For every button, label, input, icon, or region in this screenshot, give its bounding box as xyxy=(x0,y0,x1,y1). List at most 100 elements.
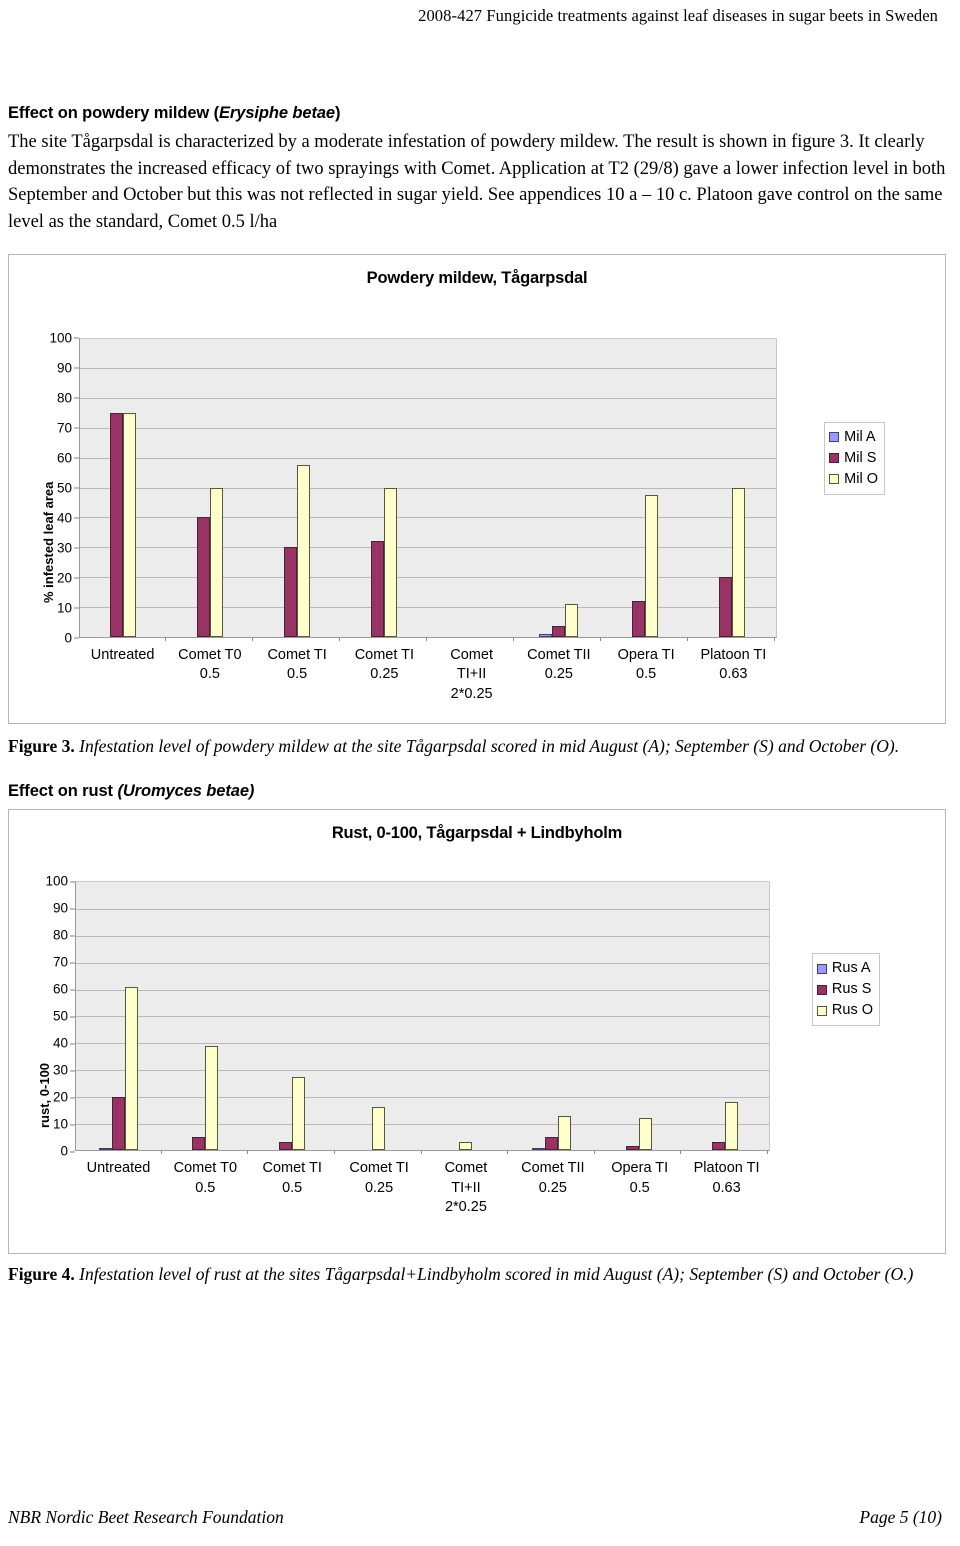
chart-bar xyxy=(384,487,397,637)
chart-x-label-line: 0.5 xyxy=(636,666,657,683)
chart-x-label-line: 0.25 xyxy=(370,666,399,683)
chart2-body: rust, 0-100 100 90 80 70 60 50 40 30 20 … xyxy=(9,843,945,1233)
chart-bar xyxy=(197,517,210,637)
legend-item-mil-o: Mil O xyxy=(829,469,878,490)
chart2-y-tick: 90 xyxy=(52,900,76,916)
chart-bar xyxy=(725,1102,739,1151)
figure-3-label: Figure 3. xyxy=(8,735,75,756)
chart-x-label: Comet TI+II 2*0.25 xyxy=(423,1153,510,1218)
page-footer: NBR Nordic Beet Research Foundation Page… xyxy=(8,1507,942,1528)
chart2-bars xyxy=(76,882,769,1155)
chart-x-label-line: 0.25 xyxy=(538,1179,567,1196)
powdery-mildew-heading-close: ) xyxy=(335,104,341,122)
chart-bar xyxy=(719,576,732,637)
chart-x-label: Comet T0 0.5 xyxy=(162,1153,249,1218)
chart2-y-tick: 50 xyxy=(52,1008,76,1024)
chart1-y-tick: 90 xyxy=(56,360,80,375)
chart-category-group xyxy=(423,882,510,1155)
chart-x-label-line: Comet TI xyxy=(262,1160,322,1177)
chart1-y-tick: 80 xyxy=(56,390,80,405)
chart2-y-ticks: 100 90 80 70 60 50 40 30 20 10 0 xyxy=(33,874,76,1159)
chart-category-group xyxy=(249,882,336,1155)
figure-4-caption: Figure 4. Infestation level of rust at t… xyxy=(8,1262,938,1287)
chart-x-label-line: Platoon TI xyxy=(700,646,767,663)
chart-x-label-line: 0.63 xyxy=(712,1179,741,1196)
chart-x-label: Comet TI 0.5 xyxy=(254,640,341,705)
chart1-y-tick: 30 xyxy=(56,540,80,555)
chart-x-label: Platoon TI 0.63 xyxy=(690,640,777,705)
legend-label: Rus A xyxy=(831,960,871,977)
footer-page-number: Page 5 (10) xyxy=(859,1507,942,1527)
legend-label: Mil A xyxy=(844,428,876,445)
chart-bar xyxy=(210,487,223,637)
figure-3-caption-text: Infestation level of powdery mildew at t… xyxy=(74,735,900,756)
figure-3-caption: Figure 3. Infestation level of powdery m… xyxy=(8,734,938,759)
chart-x-label-line: Comet TI xyxy=(267,646,327,663)
chart-x-label-line: Comet xyxy=(450,646,493,663)
chart-category-group xyxy=(596,882,683,1155)
legend-swatch-icon xyxy=(816,963,827,974)
legend-swatch-icon xyxy=(816,1005,827,1016)
chart2-y-tick: 0 xyxy=(60,1143,75,1159)
chart2-y-tick: 100 xyxy=(45,873,75,889)
legend-item-mil-s: Mil S xyxy=(829,448,878,469)
chart2-plot-area: 100 90 80 70 60 50 40 30 20 10 0 xyxy=(33,874,770,1159)
chart-bar xyxy=(112,1096,126,1151)
chart-bar xyxy=(538,633,552,637)
rust-heading: Effect on rust (Uromyces betae) xyxy=(8,782,946,801)
legend-label: Rus S xyxy=(831,981,872,998)
chart2-y-tick: 60 xyxy=(52,981,76,997)
chart-bar xyxy=(371,541,384,637)
chart-x-label-line: Comet xyxy=(444,1160,488,1177)
chart-bar xyxy=(125,986,139,1151)
chart-bar xyxy=(532,1148,546,1151)
rust-chart: Rust, 0-100, Tågarpsdal + Lindbyholm rus… xyxy=(8,809,946,1255)
chart2-legend: Rus A Rus S Rus O xyxy=(811,953,880,1027)
chart-x-label-line: Comet T0 xyxy=(173,1160,238,1177)
chart-x-label: Platoon TI 0.63 xyxy=(683,1153,770,1218)
powdery-mildew-chart: Powdery mildew, Tågarpsdal % infested le… xyxy=(8,253,946,724)
chart-bar xyxy=(279,1142,293,1151)
chart1-y-tick: 0 xyxy=(64,630,79,645)
legend-item-mil-a: Mil A xyxy=(829,427,878,448)
chart-bar xyxy=(284,547,297,637)
chart-x-label: Untreated xyxy=(79,640,166,705)
page-content: Effect on powdery mildew (Erysiphe betae… xyxy=(8,104,946,1287)
powdery-mildew-heading-species: Erysiphe betae xyxy=(219,104,336,122)
legend-label: Rus O xyxy=(831,1002,873,1019)
legend-item-rus-o: Rus O xyxy=(816,1000,873,1021)
chart-x-label-line: 0.5 xyxy=(195,1179,216,1196)
chart-x-label-line: Comet TII xyxy=(521,1160,585,1177)
chart-bar xyxy=(192,1136,206,1151)
chart-x-label: Comet TI+II 2*0.25 xyxy=(428,640,515,705)
chart2-plot xyxy=(75,881,770,1155)
chart-bar xyxy=(458,1142,472,1151)
chart-x-label-line: Comet TI xyxy=(349,1160,409,1177)
chart-bar xyxy=(99,1147,113,1151)
chart-bar xyxy=(638,1118,652,1151)
chart-bar xyxy=(558,1115,572,1151)
legend-label: Mil O xyxy=(844,470,878,487)
chart-x-label-line: Comet TII xyxy=(527,646,591,663)
chart-category-group xyxy=(682,882,769,1155)
chart-category-group xyxy=(515,339,602,641)
chart-x-label: Opera TI 0.5 xyxy=(596,1153,683,1218)
chart-x-label-line: Untreated xyxy=(90,646,155,663)
chart2-y-tick: 10 xyxy=(52,1116,76,1132)
chart-x-label-line: Comet TI xyxy=(354,646,415,663)
chart-bar xyxy=(545,1136,559,1151)
chart1-y-tick: 40 xyxy=(56,510,80,525)
chart-x-label-line: TI+II xyxy=(456,666,487,683)
chart-category-group xyxy=(689,339,776,641)
powdery-mildew-heading: Effect on powdery mildew (Erysiphe betae… xyxy=(8,104,946,123)
chart-x-label-line: 0.25 xyxy=(544,666,573,683)
chart2-y-tick: 30 xyxy=(52,1062,76,1078)
chart-bar xyxy=(645,494,658,637)
legend-label: Mil S xyxy=(844,449,877,466)
chart-bar xyxy=(205,1045,219,1151)
chart-x-label: Comet TI 0.5 xyxy=(249,1153,336,1218)
chart-x-label-line: 0.5 xyxy=(282,1179,303,1196)
chart2-y-tick: 40 xyxy=(52,1035,76,1051)
chart-x-label-line: 0.5 xyxy=(199,666,220,683)
chart-bar xyxy=(292,1076,306,1151)
